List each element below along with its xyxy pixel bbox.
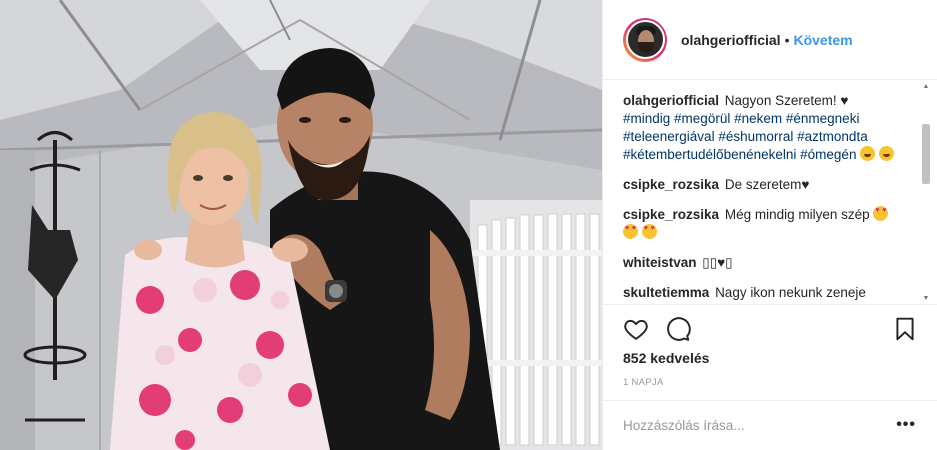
- hashtag[interactable]: #ómegén: [800, 147, 856, 162]
- comment: csipke_rozsika Még mindig milyen szép: [603, 206, 937, 242]
- comments-scrollbar[interactable]: ▲ ▼: [921, 82, 931, 304]
- header-username[interactable]: olahgeriofficial: [681, 32, 781, 48]
- scroll-down-arrow-icon[interactable]: ▼: [921, 294, 931, 304]
- comment-text: Még mindig milyen szép: [724, 207, 870, 222]
- post-actions: [623, 316, 918, 346]
- post-timestamp[interactable]: 1 NAPJA: [623, 377, 664, 388]
- grinning-sweat-emoji-icon: [860, 146, 876, 161]
- photo-image: [0, 0, 602, 450]
- comment: csipke_rozsika De szeretem♥: [603, 176, 937, 194]
- heart-outline-icon[interactable]: [623, 316, 649, 342]
- speech-bubble-icon[interactable]: [665, 316, 691, 342]
- grinning-sweat-emoji-icon: [878, 146, 894, 161]
- post-photo[interactable]: [0, 0, 602, 450]
- comment-text: ▯▯♥▯: [702, 255, 733, 270]
- comments-list[interactable]: olahgeriofficial Nagyon Szeretem! ♥ #min…: [603, 80, 937, 305]
- heart-eyes-emoji-icon: [641, 224, 657, 239]
- comment-input[interactable]: [623, 415, 883, 435]
- scroll-up-arrow-icon[interactable]: ▲: [921, 82, 931, 92]
- hashtag[interactable]: #éshumorral: [718, 129, 793, 144]
- hashtag[interactable]: #megörül: [674, 111, 730, 126]
- post-header: olahgeriofficial • Követem: [603, 0, 937, 80]
- avatar-image: [625, 20, 665, 59]
- hashtag[interactable]: #kétembertudélőbenénekelni: [623, 147, 796, 162]
- comment-text: Nagyon Szeretem! ♥: [724, 93, 849, 108]
- post-sidebar: olahgeriofficial • Követem olahgerioffic…: [602, 0, 937, 450]
- comment-username[interactable]: olahgeriofficial: [623, 93, 719, 108]
- follow-button[interactable]: Követem: [793, 32, 852, 48]
- heart-eyes-emoji-icon: [623, 224, 638, 239]
- comment-username[interactable]: csipke_rozsika: [623, 207, 719, 222]
- scroll-thumb[interactable]: [922, 124, 930, 184]
- hashtag[interactable]: #mindig: [623, 111, 670, 126]
- more-options-icon[interactable]: •••: [896, 416, 916, 434]
- hashtag[interactable]: #teleenergiával: [623, 129, 715, 144]
- comment: skultetiemma Nagy ikon nekunk zeneje ann…: [603, 284, 937, 304]
- header-separator: •: [784, 31, 790, 48]
- comment-text: De szeretem♥: [724, 177, 810, 192]
- add-comment-section: •••: [603, 400, 937, 450]
- hashtag[interactable]: #énmegneki: [786, 111, 860, 126]
- like-count[interactable]: 852 kedvelés: [623, 350, 709, 366]
- comment: whiteistvan ▯▯♥▯: [603, 254, 937, 272]
- comment-username[interactable]: whiteistvan: [623, 255, 697, 270]
- comment-username[interactable]: csipke_rozsika: [623, 177, 719, 192]
- bookmark-icon[interactable]: [892, 316, 918, 342]
- avatar[interactable]: [623, 17, 667, 62]
- hashtag[interactable]: #nekem: [734, 111, 782, 126]
- hashtag[interactable]: #aztmondta: [797, 129, 868, 144]
- comment-username[interactable]: skultetiemma: [623, 285, 709, 300]
- heart-eyes-emoji-icon: [873, 206, 889, 221]
- caption: olahgeriofficial Nagyon Szeretem! ♥ #min…: [603, 92, 937, 164]
